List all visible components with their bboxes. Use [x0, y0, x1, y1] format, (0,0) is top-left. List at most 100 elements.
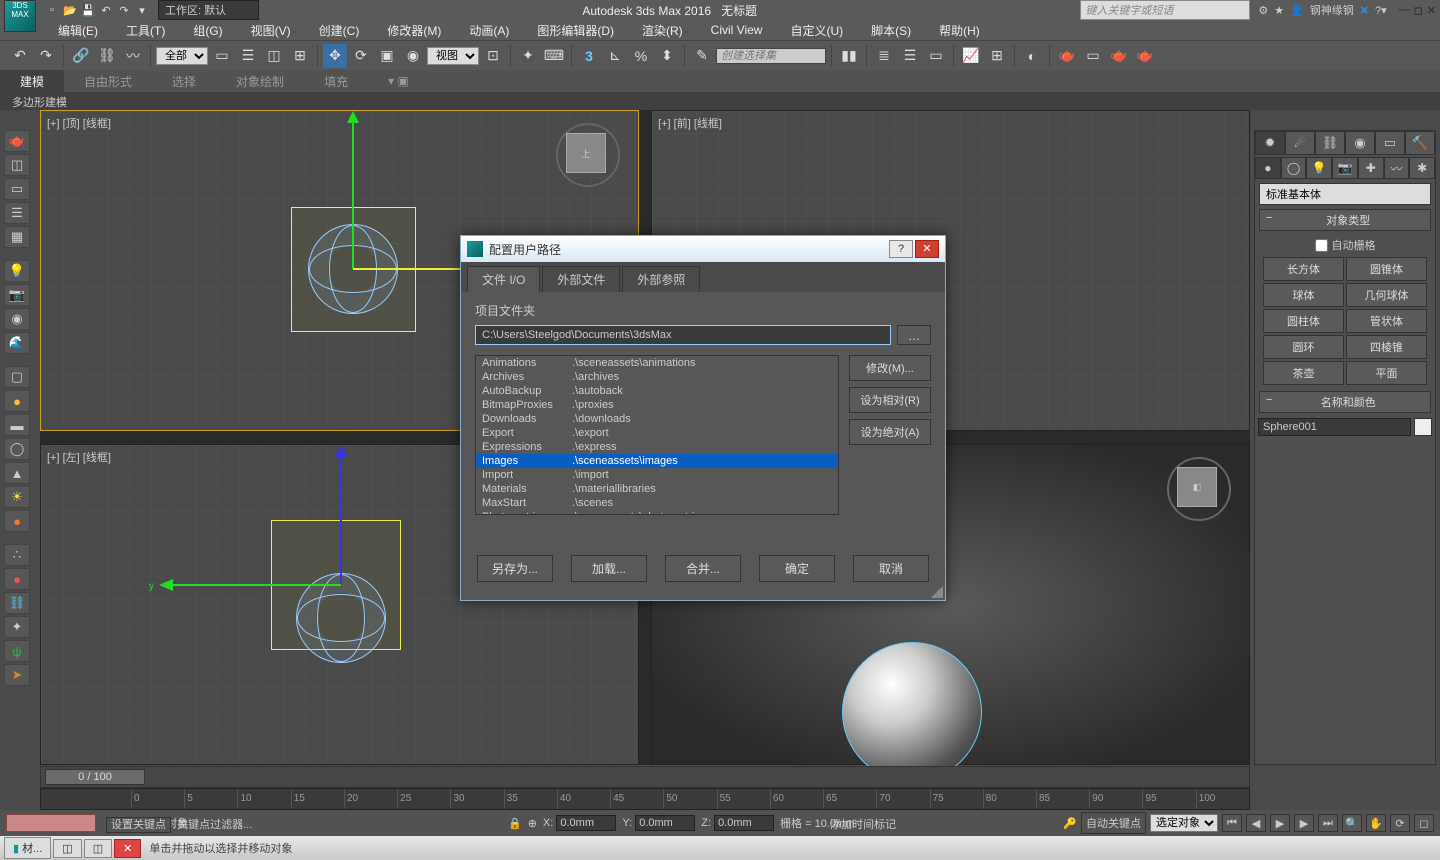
nav-zoom-button[interactable]: 🔍: [1342, 814, 1362, 832]
subtab-helpers[interactable]: ✚: [1358, 157, 1384, 179]
window-crossing-button[interactable]: ⊞: [288, 44, 312, 68]
ribbon-tab-4[interactable]: 填充: [304, 70, 368, 93]
schematic-view-button[interactable]: ⊞: [985, 44, 1009, 68]
layer-explorer-icon[interactable]: ☰: [4, 202, 30, 224]
dialog-btn-取消[interactable]: 取消: [853, 555, 929, 582]
spinner-snap-button[interactable]: ⬍: [655, 44, 679, 68]
qat-save-icon[interactable]: 💾: [80, 2, 96, 18]
paths-listbox[interactable]: Animations.\sceneassets\animationsArchiv…: [475, 355, 839, 515]
y-input[interactable]: [635, 815, 695, 831]
path-row-Materials[interactable]: Materials.\materiallibraries: [476, 482, 838, 496]
comm-center-icon[interactable]: ⚙: [1258, 4, 1268, 17]
tab-display[interactable]: ▭: [1375, 131, 1405, 155]
rendered-frame-button[interactable]: ▭: [1081, 44, 1105, 68]
camera-icon[interactable]: 📷: [4, 284, 30, 306]
ribbon-expand[interactable]: ▾ ▣: [368, 71, 429, 91]
help-search-input[interactable]: 键入关键字或短语: [1080, 0, 1250, 20]
prim-box-icon[interactable]: ▢: [4, 366, 30, 388]
named-selection-input[interactable]: [716, 48, 826, 64]
goto-end-button[interactable]: ⏭: [1318, 814, 1338, 832]
app-logo[interactable]: 3DSMAX: [4, 0, 36, 32]
prim-圆环[interactable]: 圆环: [1263, 335, 1344, 359]
snap-toggle-button[interactable]: 3: [577, 44, 601, 68]
light-icon[interactable]: 💡: [4, 260, 30, 282]
prim-圆锥体[interactable]: 圆锥体: [1346, 257, 1427, 281]
menu-自定义(U)[interactable]: 自定义(U): [776, 20, 857, 41]
menu-脚本(S)[interactable]: 脚本(S): [857, 20, 925, 41]
autokey-button[interactable]: 自动关键点: [1081, 812, 1146, 834]
pivot-center-button[interactable]: ⊡: [481, 44, 505, 68]
dialog-btn-确定[interactable]: 确定: [759, 555, 835, 582]
path-row-Export[interactable]: Export.\export: [476, 426, 838, 440]
setkey-button[interactable]: 设置关键点: [106, 817, 171, 833]
dialog-tab-2[interactable]: 外部参照: [622, 266, 700, 292]
prev-frame-button[interactable]: ◀: [1246, 814, 1266, 832]
dialog-resize-grip[interactable]: [931, 586, 943, 598]
prim-torus-icon[interactable]: ◯: [4, 438, 30, 460]
menu-工具(T)[interactable]: 工具(T): [112, 20, 179, 41]
dialog-tab-1[interactable]: 外部文件: [542, 266, 620, 292]
play-button[interactable]: ▶: [1270, 814, 1290, 832]
taskbar-btn2[interactable]: ◫: [53, 839, 81, 858]
container-icon[interactable]: ◫: [4, 154, 30, 176]
toggle-ribbon-button[interactable]: ▭: [924, 44, 948, 68]
select-rotate-button[interactable]: ⟳: [349, 44, 373, 68]
next-frame-button[interactable]: ▶: [1294, 814, 1314, 832]
redo-button[interactable]: ↷: [34, 44, 58, 68]
timeline-ruler[interactable]: 0510152025303540455055606570758085909510…: [40, 788, 1250, 810]
qat-undo-icon[interactable]: ↶: [98, 2, 114, 18]
project-path-input[interactable]: [475, 325, 891, 345]
prim-sun-icon[interactable]: ☀: [4, 486, 30, 508]
prim-球体[interactable]: 球体: [1263, 283, 1344, 307]
lock-icon[interactable]: 🔒: [508, 817, 522, 830]
nav-max-button[interactable]: ◻: [1414, 814, 1434, 832]
path-row-MaxStart[interactable]: MaxStart.\scenes: [476, 496, 838, 510]
arrow-icon[interactable]: ➤: [4, 664, 30, 686]
particle-icon[interactable]: ∴: [4, 544, 30, 566]
prim-茶壶[interactable]: 茶壶: [1263, 361, 1344, 385]
nav-orbit-button[interactable]: ⟳: [1390, 814, 1410, 832]
isolate-icon[interactable]: ▭: [4, 178, 30, 200]
edit-named-sel-button[interactable]: ✎: [690, 44, 714, 68]
goto-start-button[interactable]: ⏮: [1222, 814, 1242, 832]
key-target-dropdown[interactable]: 选定对象: [1150, 814, 1218, 832]
object-color-swatch[interactable]: [1414, 418, 1432, 436]
path-row-Expressions[interactable]: Expressions.\express: [476, 440, 838, 454]
nav-pan-button[interactable]: ✋: [1366, 814, 1386, 832]
render-iterative-button[interactable]: 🫖: [1133, 44, 1157, 68]
grass-icon[interactable]: ψ: [4, 640, 30, 662]
viewport-top-label[interactable]: [+] [顶] [线框]: [47, 115, 111, 131]
ribbon-tab-1[interactable]: 自由形式: [64, 70, 152, 93]
minimize-button[interactable]: —: [1399, 4, 1410, 17]
subtab-lights[interactable]: 💡: [1306, 157, 1332, 179]
prim-sphere-icon[interactable]: ●: [4, 390, 30, 412]
qat-open-icon[interactable]: 📂: [62, 2, 78, 18]
prim-管状体[interactable]: 管状体: [1346, 309, 1427, 333]
keyfilter-button[interactable]: 关键点过滤器...: [177, 819, 252, 831]
cat-icon[interactable]: ✦: [4, 616, 30, 638]
menu-组(G)[interactable]: 组(G): [179, 20, 236, 41]
ribbon-tab-2[interactable]: 选择: [152, 70, 216, 93]
prim-cone-icon[interactable]: ▲: [4, 462, 30, 484]
curve-editor-button[interactable]: 📈: [959, 44, 983, 68]
select-move-button[interactable]: ✥: [323, 44, 347, 68]
material-editor-button[interactable]: ◐: [1020, 44, 1044, 68]
add-time-tag[interactable]: 添加时间标记: [830, 816, 896, 832]
rollout-name-color[interactable]: −名称和颜色: [1259, 391, 1431, 413]
prim-cylinder-icon[interactable]: ▬: [4, 414, 30, 436]
prim-圆柱体[interactable]: 圆柱体: [1263, 309, 1344, 333]
tab-hierarchy[interactable]: ⛓: [1315, 131, 1345, 155]
time-slider[interactable]: 0 / 100: [45, 769, 145, 785]
path-row-AutoBackup[interactable]: AutoBackup.\autoback: [476, 384, 838, 398]
z-input[interactable]: [714, 815, 774, 831]
menu-帮助(H)[interactable]: 帮助(H): [925, 20, 994, 41]
coord-mode-icon[interactable]: ⊕: [528, 817, 537, 830]
category-dropdown[interactable]: 标准基本体: [1259, 183, 1431, 205]
tab-create[interactable]: ✹: [1255, 131, 1285, 155]
dialog-titlebar[interactable]: 配置用户路径 ? ✕: [461, 236, 945, 262]
teapot-icon[interactable]: 🫖: [4, 130, 30, 152]
path-row-Images[interactable]: Images.\sceneassets\images: [476, 454, 838, 468]
select-place-button[interactable]: ◉: [401, 44, 425, 68]
taskbar-btn3[interactable]: ◫: [84, 839, 112, 858]
path-row-Animations[interactable]: Animations.\sceneassets\animations: [476, 356, 838, 370]
